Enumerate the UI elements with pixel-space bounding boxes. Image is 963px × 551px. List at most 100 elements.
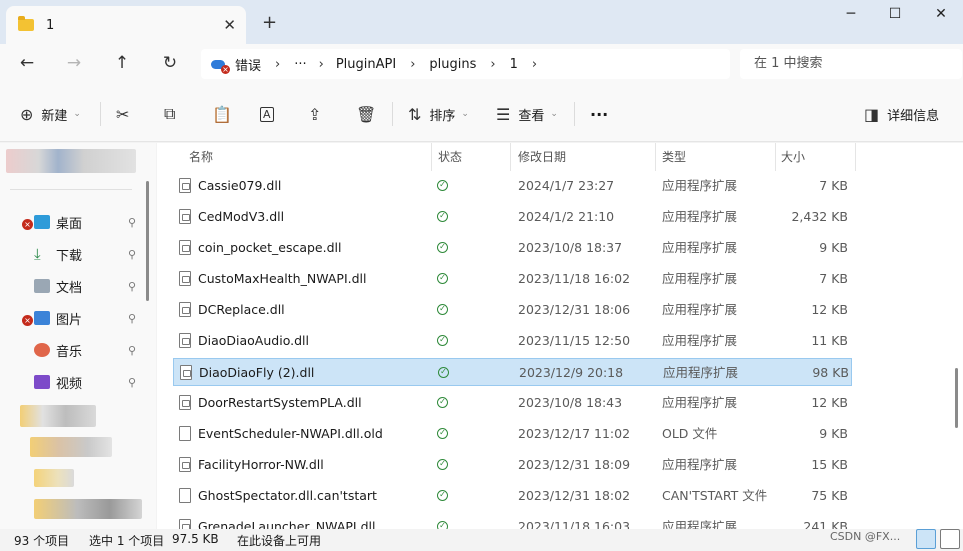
back-button[interactable]: ← (15, 53, 39, 73)
breadcrumb-pluginapi[interactable]: PluginAPI (336, 57, 396, 72)
breadcrumb-error[interactable]: 错误 (235, 55, 261, 74)
pin-icon[interactable]: ⚲ (128, 216, 136, 229)
breadcrumb-end-chevron[interactable]: › (532, 57, 537, 72)
sync-ok-icon: ✓ (437, 459, 448, 470)
more-button[interactable]: ··· (590, 104, 608, 124)
file-row[interactable]: GrenadeLauncher_NWAPI.dll 2023/11/18 16:0… (173, 513, 852, 529)
file-name: Cassie079.dll (198, 178, 282, 193)
sidebar-item-documents[interactable]: 文档 ⚲ (20, 274, 142, 298)
column-divider[interactable] (431, 143, 432, 171)
file-row-selected[interactable]: DiaoDiaoFly (2).dll 2023/12/9 20:18 应用程序扩展… (173, 358, 852, 386)
file-row[interactable]: CedModV3.dll 2024/1/2 21:10 应用程序扩展 2,432 KB… (173, 203, 852, 231)
sidebar-item-desktop[interactable]: × 桌面 ⚲ (20, 210, 142, 234)
column-size[interactable]: 大小 (781, 143, 805, 171)
copy-icon: ⧉ (164, 104, 176, 123)
pin-icon[interactable]: ⚲ (128, 280, 136, 293)
search-input[interactable]: 在 1 中搜索 (740, 49, 962, 79)
file-row[interactable]: DiaoDiaoAudio.dll 2023/11/15 12:50 应用程序扩展 1… (173, 327, 852, 355)
breadcrumb-separator[interactable]: › (490, 57, 495, 72)
file-list: ⌃ 名称 状态 修改日期 类型 大小 Cassie079.dll 2024/1/7… (157, 143, 963, 529)
column-divider[interactable] (655, 143, 656, 171)
file-row[interactable]: EventScheduler-NWAPI.dll.old 2023/12/17 1… (173, 420, 852, 448)
column-divider[interactable] (510, 143, 511, 171)
minimize-button[interactable]: ─ (836, 6, 866, 26)
sort-icon: ⇅ (408, 104, 422, 124)
breadcrumb-1[interactable]: 1 (510, 57, 518, 72)
refresh-button[interactable]: ↻ (158, 53, 182, 73)
folder-icon (18, 16, 34, 31)
maximize-button[interactable]: ☐ (880, 6, 910, 26)
file-modified: 2023/12/17 11:02 (518, 426, 631, 441)
delete-button[interactable]: 🗑 (356, 104, 384, 124)
file-row[interactable]: Cassie079.dll 2024/1/7 23:27 应用程序扩展 7 KB ✓ (173, 172, 852, 200)
new-tab-button[interactable]: + (262, 12, 277, 33)
breadcrumb-separator[interactable]: › (319, 57, 324, 72)
file-modified: 2023/12/31 18:06 (518, 302, 631, 317)
sidebar-item-videos[interactable]: 视频 ⚲ (20, 370, 142, 394)
details-button[interactable]: ◨ 详细信息 (864, 104, 939, 124)
copy-button[interactable]: ⧉ (164, 104, 183, 124)
watermark: CSDN @FX... (830, 530, 901, 543)
breadcrumb-separator[interactable]: › (275, 57, 280, 72)
pin-icon[interactable]: ⚲ (128, 248, 136, 261)
sync-ok-icon: ✓ (437, 397, 448, 408)
pin-icon[interactable]: ⚲ (128, 376, 136, 389)
video-icon (34, 375, 50, 389)
file-type: 应用程序扩展 (662, 302, 738, 317)
file-modified: 2023/12/9 20:18 (519, 365, 624, 380)
sidebar-item-downloads[interactable]: ⤓ 下载 ⚲ (20, 242, 142, 266)
availability-status: 在此设备上可用 (237, 534, 322, 548)
sidebar-item-music[interactable]: 音乐 ⚲ (20, 338, 142, 362)
generic-file-icon (179, 426, 191, 441)
rename-button[interactable]: A (260, 104, 282, 124)
dll-file-icon (179, 519, 191, 529)
column-name[interactable]: 名称 (189, 143, 213, 171)
view-button[interactable]: ☰ 查看 ⌄ (496, 104, 558, 124)
sidebar-item-pictures[interactable]: × 图片 ⚲ (20, 306, 142, 330)
rename-icon: A (260, 106, 274, 122)
tab-current[interactable]: 1 ✕ (6, 6, 246, 44)
file-list-scrollbar[interactable] (955, 368, 958, 428)
column-modified[interactable]: 修改日期 (518, 143, 566, 171)
new-button[interactable]: ⊕ 新建 ⌄ (20, 104, 81, 124)
forward-button[interactable]: → (62, 53, 86, 73)
file-row[interactable]: DoorRestartSystemPLA.dll 2023/10/8 18:43 应… (173, 389, 852, 417)
sync-error-icon: × (22, 315, 33, 326)
sidebar-item-label: 图片 (56, 312, 83, 328)
pin-icon[interactable]: ⚲ (128, 312, 136, 325)
file-row[interactable]: FacilityHorror-NW.dll 2023/12/31 18:09 应用程… (173, 451, 852, 479)
file-row[interactable]: GhostSpectator.dll.can'tstart 2023/12/31 … (173, 482, 852, 510)
cut-button[interactable]: ✂ (116, 104, 137, 124)
file-row[interactable]: CustoMaxHealth_NWAPI.dll 2023/11/18 16:02… (173, 265, 852, 293)
toolbar-divider (392, 102, 393, 126)
address-bar[interactable]: 错误 › ··· › PluginAPI › plugins › 1 › (201, 49, 730, 79)
paste-button[interactable]: 📋 (212, 104, 240, 124)
breadcrumb-separator[interactable]: › (410, 57, 415, 72)
details-view-button[interactable] (916, 529, 936, 549)
close-window-button[interactable]: ✕ (926, 6, 956, 26)
column-type[interactable]: 类型 (662, 143, 686, 171)
sync-ok-icon: ✓ (437, 180, 448, 191)
share-button[interactable]: ⇪ (308, 104, 329, 124)
file-row[interactable]: DCReplace.dll 2023/12/31 18:06 应用程序扩展 12 KB… (173, 296, 852, 324)
up-button[interactable]: ↑ (110, 53, 134, 73)
close-tab-icon[interactable]: ✕ (223, 16, 236, 34)
breadcrumb-plugins[interactable]: plugins (429, 57, 476, 72)
column-divider[interactable] (775, 143, 776, 171)
file-row[interactable]: coin_pocket_escape.dll 2023/10/8 18:37 应用程… (173, 234, 852, 262)
file-type: CAN'TSTART 文件 (662, 488, 768, 503)
dll-file-icon (179, 178, 191, 193)
column-divider[interactable] (855, 143, 856, 171)
file-type: 应用程序扩展 (662, 240, 738, 255)
pixelated-folder (30, 437, 112, 457)
sync-ok-icon: ✓ (437, 428, 448, 439)
sort-button[interactable]: ⇅ 排序 ⌄ (408, 104, 469, 124)
column-status[interactable]: 状态 (438, 143, 462, 171)
sidebar-scrollbar[interactable] (146, 181, 149, 301)
tiles-view-button[interactable] (940, 529, 960, 549)
breadcrumb-overflow[interactable]: ··· (294, 57, 306, 72)
dll-file-icon (180, 365, 192, 380)
pin-icon[interactable]: ⚲ (128, 344, 136, 357)
title-bar: 1 ✕ + ─ ☐ ✕ (0, 0, 963, 44)
pixelated-folder (34, 499, 142, 519)
